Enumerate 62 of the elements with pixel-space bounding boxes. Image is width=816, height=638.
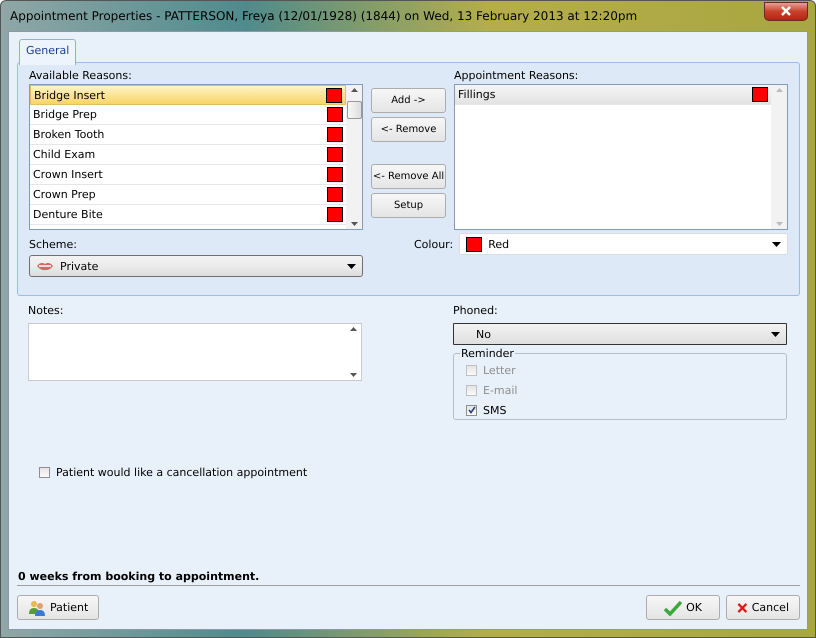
reason-label: Fillings (458, 88, 496, 101)
colour-dropdown[interactable]: Red (459, 233, 788, 255)
remove-button[interactable]: <- Remove (371, 117, 446, 142)
field-label: Available Reasons: (29, 68, 133, 84)
field-label: Notes: (28, 303, 64, 319)
scheme-value: Private (60, 260, 100, 272)
reason-label: Bridge Prep (33, 108, 97, 121)
close-button[interactable] (764, 2, 808, 20)
reason-label: Child Exam (33, 148, 96, 161)
scheme-dropdown[interactable]: Private (29, 255, 363, 277)
dropdown-arrow-icon[interactable] (772, 242, 781, 246)
scroll-up-icon[interactable] (350, 88, 358, 92)
checkbox[interactable] (39, 467, 50, 478)
list-item[interactable]: Broken Tooth (30, 125, 346, 145)
checkmark-icon (664, 600, 682, 616)
field-label: Colour: (414, 238, 454, 250)
close-icon (780, 6, 792, 16)
ok-button[interactable]: OK (646, 595, 720, 620)
list-item[interactable]: Bridge Insert (30, 85, 346, 105)
notes-field[interactable] (28, 323, 362, 381)
field-label: Phoned: (453, 303, 499, 319)
list-item[interactable]: Denture Bite (30, 205, 346, 225)
list-item[interactable]: Crown Insert (30, 165, 346, 185)
dropdown-arrow-icon[interactable] (347, 264, 356, 268)
add-button[interactable]: Add -> (371, 88, 446, 113)
checkbox-label: E-mail (483, 384, 518, 396)
cancel-button[interactable]: Cancel (726, 595, 800, 620)
colour-value: Red (488, 238, 510, 250)
lips-icon (36, 261, 54, 271)
patient-button[interactable]: Patient (17, 595, 100, 620)
reason-label: Bridge Insert (34, 88, 105, 102)
group-label: Reminder (460, 347, 515, 360)
list-item[interactable]: Fillings (455, 85, 771, 105)
window-title: Appointment Properties - PATTERSON, Freya (12/01/1928) (1844) on Wed, 13 February 2013 at 12:20pm (10, 9, 638, 23)
field-label: Scheme: (29, 237, 78, 253)
scrollbar[interactable] (346, 85, 362, 229)
reason-label: Denture Bite (33, 208, 103, 221)
scroll-up-icon[interactable] (350, 327, 356, 331)
checkbox-label: SMS (483, 404, 506, 416)
remove-all-button[interactable]: <- Remove All (371, 164, 446, 189)
reason-label: Crown Prep (33, 188, 96, 201)
checkbox[interactable] (466, 404, 477, 416)
list-item[interactable]: Bridge Prep (30, 105, 346, 125)
checkbox-label: Patient would like a cancellation appointment (56, 466, 308, 479)
setup-button[interactable]: Setup (371, 193, 446, 218)
dropdown-arrow-icon[interactable] (771, 332, 780, 336)
checkbox-label: Letter (483, 364, 516, 376)
status-text: 0 weeks from booking to appointment. (17, 570, 260, 585)
reason-list[interactable]: Bridge Insert Bridge Prep Broken Tooth Child Exam Crown Insert Crown Prep Denture Bite (29, 84, 363, 230)
reason-label: Broken Tooth (33, 128, 104, 141)
tab[interactable]: General (19, 39, 76, 65)
phoned-dropdown[interactable]: No (453, 323, 787, 345)
reason-list[interactable]: Fillings (454, 84, 788, 230)
scroll-down-icon[interactable] (350, 222, 358, 226)
people-icon (28, 600, 46, 616)
list-item[interactable]: Child Exam (30, 145, 346, 165)
scroll-down-icon[interactable] (350, 373, 356, 377)
list-item[interactable]: Crown Prep (30, 185, 346, 205)
scrollbar-thumb[interactable] (346, 101, 362, 119)
field-label: Appointment Reasons: (454, 68, 580, 84)
phoned-value: No (476, 328, 492, 340)
reason-label: Crown Insert (33, 168, 103, 181)
